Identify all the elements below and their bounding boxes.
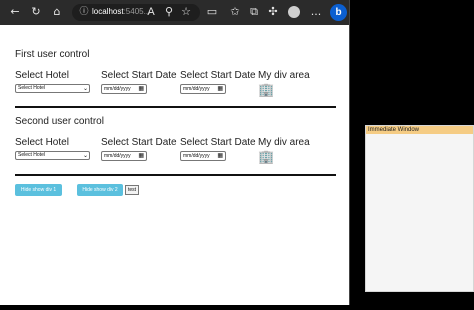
control-1-date-placeholder-2: mm/dd/yyyy [183, 86, 210, 92]
control-1-start-date-input[interactable]: mm/dd/yyyy ▦ [101, 84, 147, 94]
control-1-hotel-select[interactable]: Select Hotel ⌄ [15, 84, 90, 93]
page-content: First user control Select Hotel Select S… [0, 25, 349, 305]
control-2-title: Second user control [15, 116, 104, 127]
control-1-date-placeholder: mm/dd/yyyy [104, 86, 131, 92]
control-2-start-date-label: Select Start Date [101, 137, 177, 148]
back-icon[interactable]: ← [8, 5, 22, 19]
zoom-icon[interactable]: ⚲ [162, 5, 176, 19]
control-1-hotel-label: Select Hotel [15, 70, 69, 81]
divider [15, 106, 336, 108]
control-2-div-label: My div area [258, 137, 310, 148]
control-2-date-placeholder: mm/dd/yyyy [104, 153, 131, 159]
collections-icon[interactable]: ⧉ [247, 5, 261, 19]
test-button[interactable]: test [125, 185, 139, 195]
building-icon: 🏢 [258, 150, 275, 165]
control-2-start-date-input[interactable]: mm/dd/yyyy ▦ [101, 151, 147, 161]
profile-icon[interactable] [288, 6, 300, 18]
hide-show-div-2-button[interactable]: Hide show div 2 [77, 184, 123, 196]
refresh-icon[interactable]: ↻ [29, 5, 43, 19]
bing-icon[interactable]: b [330, 4, 347, 21]
control-2-start-date-input-2[interactable]: mm/dd/yyyy ▦ [180, 151, 226, 161]
immediate-window[interactable]: Immediate Window [365, 125, 474, 292]
control-1-title: First user control [15, 49, 90, 60]
control-1-div-label: My div area [258, 70, 310, 81]
chevron-down-icon: ⌄ [82, 152, 88, 159]
control-1-hotel-select-value: Select Hotel [18, 85, 45, 91]
control-1-start-date-label: Select Start Date [101, 70, 177, 81]
more-icon[interactable]: ... [309, 5, 323, 19]
favorite-icon[interactable]: ☆ [179, 5, 193, 19]
split-screen-icon[interactable]: ▭ [205, 5, 219, 19]
extensions-icon[interactable]: ✣ [266, 5, 280, 19]
calendar-icon[interactable]: ▦ [217, 152, 223, 160]
calendar-icon[interactable]: ▦ [217, 85, 223, 93]
control-2-start-date-label-2: Select Start Date [180, 137, 256, 148]
calendar-icon[interactable]: ▦ [138, 85, 144, 93]
browser-toolbar: ← ↻ ⌂ ⓘ localhost:5405... A ⚲ ☆ ▭ ✩ ⧉ ✣ … [0, 0, 349, 25]
calendar-icon[interactable]: ▦ [138, 152, 144, 160]
info-icon[interactable]: ⓘ [78, 6, 90, 18]
chevron-down-icon: ⌄ [82, 85, 88, 92]
building-icon: 🏢 [258, 83, 275, 98]
control-2-date-placeholder-2: mm/dd/yyyy [183, 153, 210, 159]
favorites-list-icon[interactable]: ✩ [228, 5, 242, 19]
control-2-hotel-label: Select Hotel [15, 137, 69, 148]
control-1-start-date-input-2[interactable]: mm/dd/yyyy ▦ [180, 84, 226, 94]
immediate-window-title: Immediate Window [366, 126, 473, 134]
address-url: localhost:5405... [92, 7, 151, 16]
divider [15, 174, 336, 176]
control-2-hotel-select-value: Select Hotel [18, 152, 45, 158]
home-icon[interactable]: ⌂ [50, 5, 64, 19]
browser-window: ← ↻ ⌂ ⓘ localhost:5405... A ⚲ ☆ ▭ ✩ ⧉ ✣ … [0, 0, 350, 305]
hide-show-div-1-button[interactable]: Hide show div 1 [15, 184, 62, 196]
read-aloud-icon[interactable]: A [144, 5, 158, 19]
control-2-hotel-select[interactable]: Select Hotel ⌄ [15, 151, 90, 160]
control-1-start-date-label-2: Select Start Date [180, 70, 256, 81]
